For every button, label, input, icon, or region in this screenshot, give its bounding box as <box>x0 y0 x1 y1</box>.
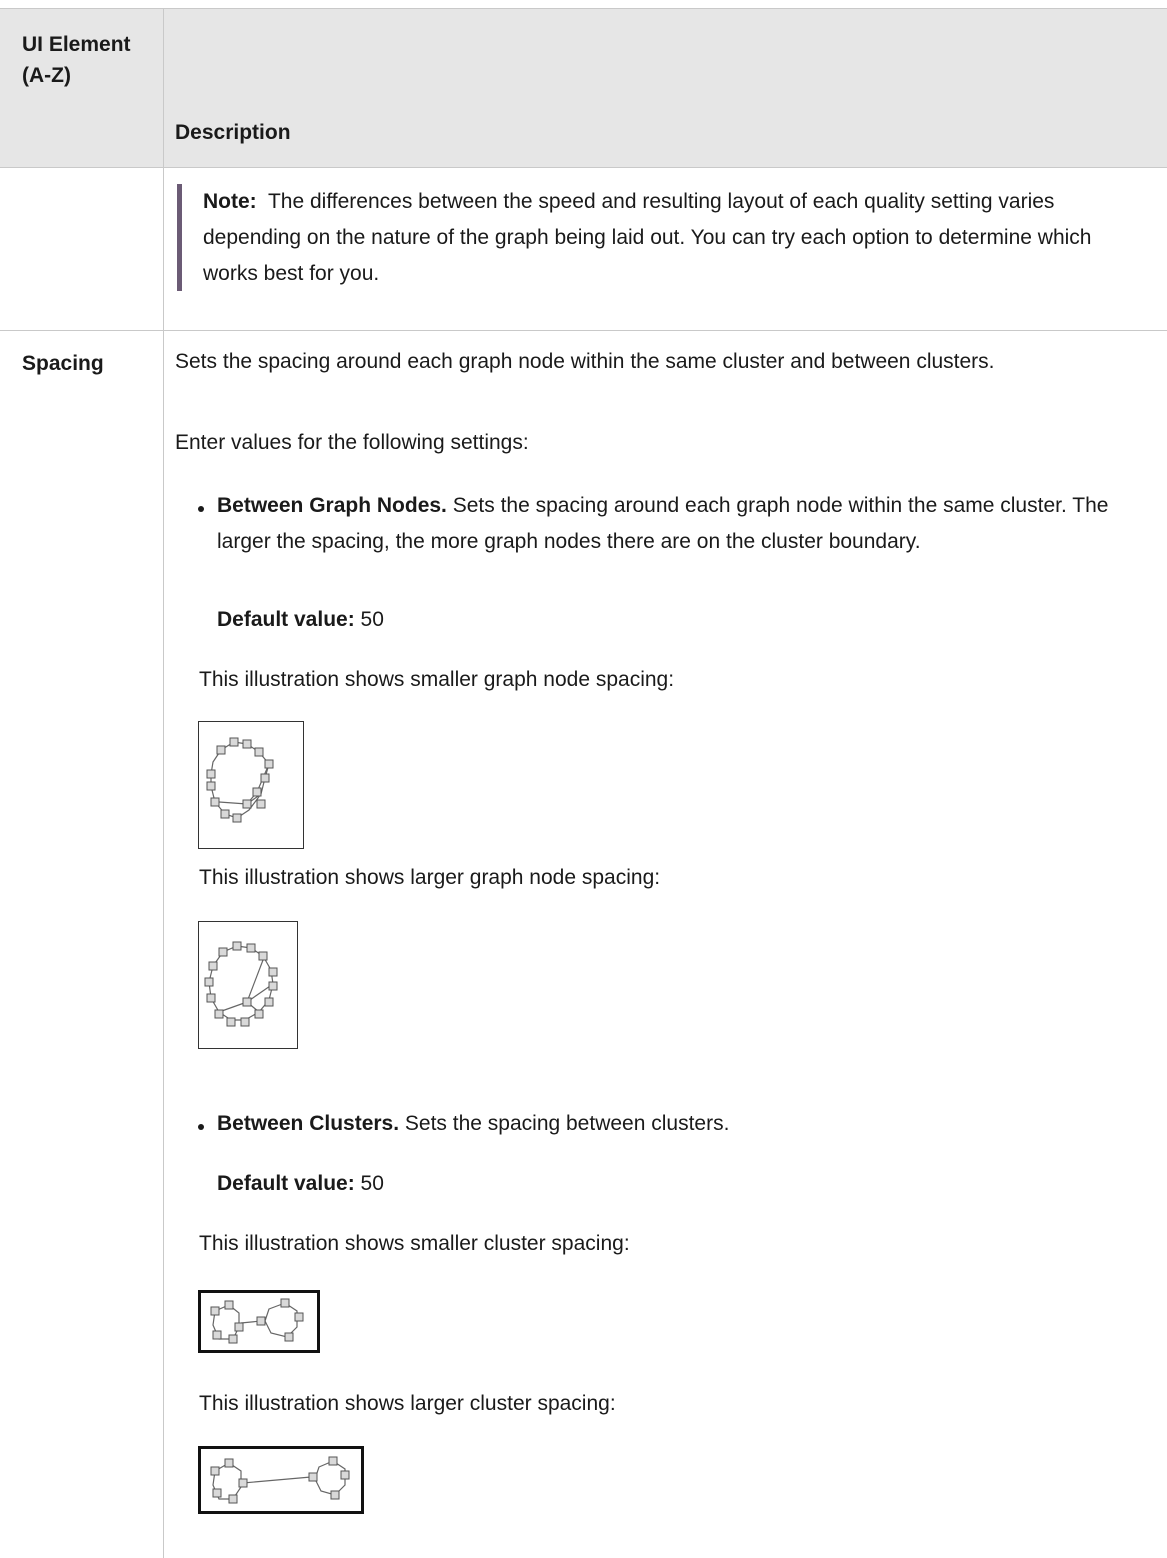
note-text: The differences between the speed and re… <box>203 190 1092 285</box>
default-value: 50 <box>360 608 384 631</box>
note-accent-bar <box>177 184 182 291</box>
smaller-node-spacing-caption: This illustration shows smaller graph no… <box>199 668 675 691</box>
smaller-cluster-spacing-illustration <box>198 1290 320 1353</box>
enter-values-text: Enter values for the following settings: <box>175 431 529 454</box>
larger-node-spacing-illustration <box>198 921 298 1049</box>
column-divider <box>163 166 164 1558</box>
between-nodes-title: Between Graph Nodes. <box>217 494 447 517</box>
default-value: 50 <box>360 1172 384 1195</box>
row-label-spacing: Spacing <box>22 352 104 375</box>
between-clusters-item: Between Clusters. Sets the spacing betwe… <box>217 1106 1167 1142</box>
between-clusters-default: Default value: 50 <box>217 1166 384 1202</box>
note-block: Note: The differences between the speed … <box>203 184 1133 292</box>
between-clusters-text: Sets the spacing between clusters. <box>404 1112 730 1135</box>
larger-cluster-spacing-caption: This illustration shows larger cluster s… <box>199 1392 616 1415</box>
default-label: Default value: <box>217 608 355 631</box>
column-divider <box>163 8 164 166</box>
header-ui-element: UI Element (A-Z) <box>22 33 131 87</box>
bullet-icon <box>198 1124 204 1130</box>
smaller-cluster-spacing-caption: This illustration shows smaller cluster … <box>199 1232 630 1255</box>
between-clusters-title: Between Clusters. <box>217 1112 400 1135</box>
larger-node-spacing-caption: This illustration shows larger graph nod… <box>199 866 661 889</box>
header-description: Description <box>175 121 291 144</box>
row-divider <box>0 330 1167 331</box>
default-label: Default value: <box>217 1172 355 1195</box>
larger-cluster-spacing-illustration <box>198 1446 364 1514</box>
bullet-icon <box>198 506 204 512</box>
spacing-intro: Sets the spacing around each graph node … <box>175 350 995 373</box>
between-nodes-item: Between Graph Nodes. Sets the spacing ar… <box>217 488 1167 560</box>
table-header-row: UI Element (A-Z) Description <box>0 8 1167 168</box>
between-nodes-default: Default value: 50 <box>217 602 384 638</box>
note-label: Note: <box>203 190 257 213</box>
smaller-node-spacing-illustration <box>198 721 304 849</box>
